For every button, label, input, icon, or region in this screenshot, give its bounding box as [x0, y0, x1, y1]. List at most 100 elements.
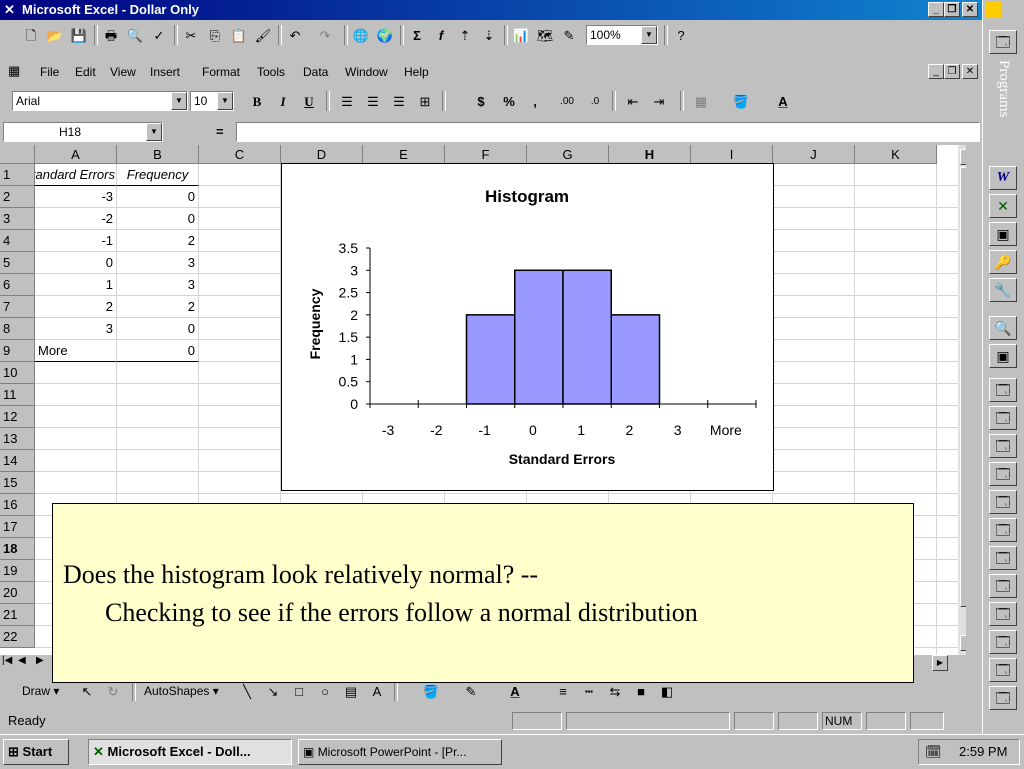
row-header[interactable]: 3	[0, 208, 35, 230]
cell-a6[interactable]: 1	[35, 274, 117, 296]
cell-b8[interactable]: 0	[117, 318, 199, 340]
font-color-button[interactable]: A	[772, 91, 794, 112]
font-size-dropdown-icon[interactable]: ▼	[217, 92, 233, 110]
align-left-icon[interactable]: ☰	[336, 91, 358, 112]
menu-help[interactable]: Help	[404, 65, 429, 79]
cell-a5[interactable]: 0	[35, 252, 117, 274]
decrease-indent-icon[interactable]: ⇤	[622, 91, 644, 112]
programs-folder-icon[interactable]: 🗔	[989, 30, 1017, 54]
scroll-thumb[interactable]	[960, 167, 966, 607]
dash-style-icon[interactable]: ┅	[578, 681, 600, 702]
shortcut-folder-icon[interactable]: 🗔	[989, 574, 1017, 598]
cell-b9[interactable]: 0	[117, 340, 199, 362]
autosum-icon[interactable]: Σ	[406, 25, 428, 46]
row-header[interactable]: 7	[0, 296, 35, 318]
doc-close-button[interactable]: ✕	[962, 64, 978, 79]
menu-format[interactable]: Format	[202, 65, 240, 79]
spelling-icon[interactable]: ✓	[148, 25, 170, 46]
fill-color-icon[interactable]: 🪣	[730, 91, 752, 112]
redo-icon[interactable]: ↷	[314, 25, 336, 46]
scroll-down-icon[interactable]: ▼	[960, 635, 966, 651]
column-header[interactable]: J	[773, 145, 855, 164]
cell-b4[interactable]: 2	[117, 230, 199, 252]
increase-decimal-button[interactable]: .00	[556, 91, 578, 112]
undo-icon[interactable]: ↶	[284, 25, 306, 46]
rectangle-icon[interactable]: □	[288, 681, 310, 702]
column-header[interactable]: A	[35, 145, 117, 164]
cell-a8[interactable]: 3	[35, 318, 117, 340]
shortcut-folder-icon[interactable]: 🗔	[989, 378, 1017, 402]
shortcut-folder-icon[interactable]: 🗔	[989, 406, 1017, 430]
3d-icon[interactable]: ◧	[656, 681, 678, 702]
font-color-draw-icon[interactable]: A	[504, 681, 526, 702]
select-objects-icon[interactable]: ↖	[76, 681, 98, 702]
bold-button[interactable]: B	[246, 91, 268, 112]
scheduler-tray-icon[interactable]: 🗓	[925, 740, 942, 764]
borders-icon[interactable]: ▦	[690, 91, 712, 112]
menu-file[interactable]: File	[40, 65, 59, 79]
italic-button[interactable]: I	[272, 91, 294, 112]
map-icon[interactable]: 🗺	[534, 25, 556, 46]
column-header[interactable]: K	[855, 145, 937, 164]
print-icon[interactable]: 🖶	[100, 25, 122, 46]
row-header[interactable]: 4	[0, 230, 35, 252]
row-header[interactable]: 9	[0, 340, 35, 362]
cell-a2[interactable]: -3	[35, 186, 117, 208]
row-header[interactable]: 5	[0, 252, 35, 274]
zoom-select[interactable]: 100% ▼	[586, 25, 658, 45]
cell-b1[interactable]: Frequency	[117, 164, 199, 186]
row-header[interactable]: 2	[0, 186, 35, 208]
column-header[interactable]: I	[691, 145, 773, 164]
word-icon[interactable]: W	[989, 166, 1017, 190]
menu-window[interactable]: Window	[345, 65, 388, 79]
column-header[interactable]: F	[445, 145, 527, 164]
row-header[interactable]: 17	[0, 516, 35, 538]
wordart-icon[interactable]: A	[366, 681, 388, 702]
column-header[interactable]: G	[527, 145, 609, 164]
sort-ascending-icon[interactable]: ⇡	[454, 25, 476, 46]
cell-a1[interactable]: Standard Errors	[35, 164, 117, 186]
doc-restore-button[interactable]: ❐	[944, 64, 960, 79]
web-toolbar-icon[interactable]: 🌍	[374, 25, 396, 46]
vertical-scrollbar[interactable]: ▲ ▼	[958, 145, 966, 655]
merge-center-icon[interactable]: ⊞	[414, 91, 436, 112]
row-header[interactable]: 21	[0, 604, 35, 626]
minimize-button[interactable]: _	[928, 2, 944, 17]
format-painter-icon[interactable]: 🖌	[252, 25, 274, 46]
close-button[interactable]: ✕	[962, 2, 978, 17]
cut-icon[interactable]: ✂	[180, 25, 202, 46]
fill-color-draw-icon[interactable]: 🪣	[420, 681, 442, 702]
increase-indent-icon[interactable]: ⇥	[648, 91, 670, 112]
draw-menu[interactable]: Draw ▾	[22, 684, 59, 698]
shortcut-folder-icon[interactable]: 🗔	[989, 434, 1017, 458]
cell-a7[interactable]: 2	[35, 296, 117, 318]
cell-a9[interactable]: More	[35, 340, 117, 362]
office-assistant-icon[interactable]: ?	[670, 25, 692, 46]
msdos-icon[interactable]: ▣	[989, 344, 1017, 368]
new-icon[interactable]: 🗋	[20, 25, 42, 46]
row-header[interactable]: 15	[0, 472, 35, 494]
autoshapes-menu[interactable]: AutoShapes ▾	[144, 684, 219, 698]
zoom-dropdown-icon[interactable]: ▼	[641, 26, 657, 44]
doc-minimize-button[interactable]: _	[928, 64, 944, 79]
powerpoint-icon[interactable]: ▣	[989, 222, 1017, 246]
oval-icon[interactable]: ○	[314, 681, 336, 702]
row-header[interactable]: 1	[0, 164, 35, 186]
formula-input[interactable]	[236, 122, 980, 142]
arrow-style-icon[interactable]: ⇆	[604, 681, 626, 702]
row-header[interactable]: 19	[0, 560, 35, 582]
row-header[interactable]: 11	[0, 384, 35, 406]
hyperlink-icon[interactable]: 🌐	[350, 25, 372, 46]
row-header[interactable]: 20	[0, 582, 35, 604]
free-rotate-icon[interactable]: ↻	[102, 681, 124, 702]
cell-b3[interactable]: 0	[117, 208, 199, 230]
start-button[interactable]: ⊞ Start	[3, 739, 69, 765]
row-header-active[interactable]: 18	[0, 538, 35, 560]
first-sheet-icon[interactable]: |◀	[2, 655, 12, 666]
shortcut-folder-icon[interactable]: 🗔	[989, 686, 1017, 710]
line-color-icon[interactable]: ✎	[460, 681, 482, 702]
access-icon[interactable]: 🔑	[989, 250, 1017, 274]
select-all-corner[interactable]	[0, 145, 35, 164]
hscroll-right-icon[interactable]: ▶	[932, 655, 948, 671]
copy-icon[interactable]: ⎘	[204, 25, 226, 46]
